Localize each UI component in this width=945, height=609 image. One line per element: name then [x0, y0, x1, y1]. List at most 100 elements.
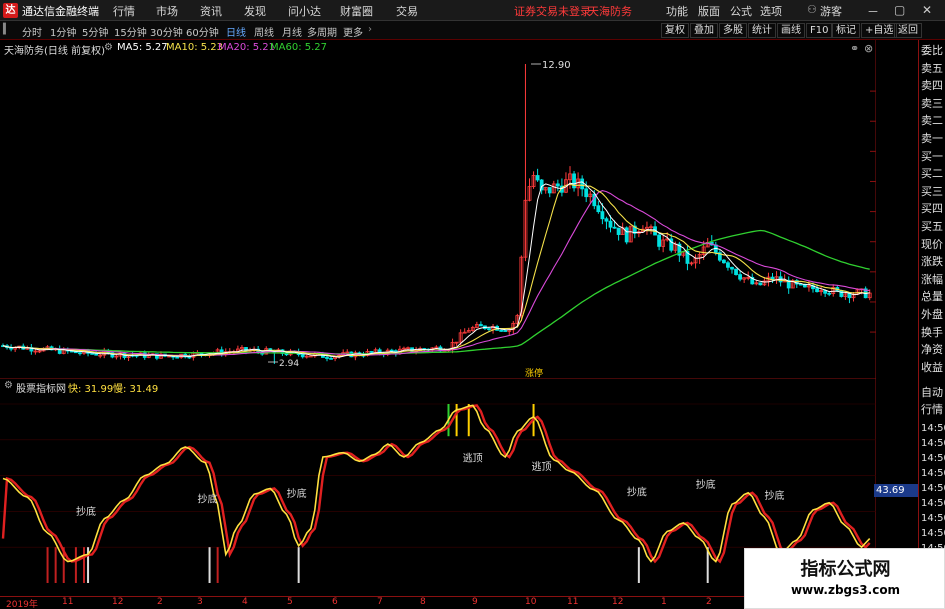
tab-30min[interactable]: 30分钟: [150, 24, 183, 39]
menu-options[interactable]: 选项: [760, 3, 782, 19]
sidebar-item[interactable]: 自动: [921, 386, 943, 401]
date-label: 7: [377, 597, 383, 607]
watermark-url: www.zbgs3.com: [790, 583, 901, 597]
sidebar-item[interactable]: 买一: [921, 150, 943, 165]
indicator-name: 股票指标网: [16, 384, 66, 395]
close-panel-icon[interactable]: ⊗: [864, 42, 873, 55]
sidebar-item[interactable]: 现价: [921, 238, 943, 253]
sidebar-item[interactable]: 卖五: [921, 62, 943, 77]
price-chart[interactable]: 12.90 2.94 涨停: [0, 40, 876, 378]
buy-signal-label: 抄底: [76, 505, 96, 518]
chevron-right-icon[interactable]: ›: [368, 24, 372, 35]
sidebar-item[interactable]: 总量: [921, 290, 943, 305]
tab-more[interactable]: 更多: [343, 24, 363, 39]
tab-multi[interactable]: 多周期: [307, 24, 337, 39]
draw-button[interactable]: 画线: [777, 23, 805, 38]
sidebar-item[interactable]: 买四: [921, 202, 943, 217]
minimize-button[interactable]: －: [867, 3, 879, 20]
date-label: 12: [112, 597, 124, 607]
tab-60min[interactable]: 60分钟: [186, 24, 219, 39]
period-toolbar: ▍ 分时 1分钟 5分钟 15分钟 30分钟 60分钟 日线 周线 月线 多周期…: [0, 21, 945, 40]
tab-intraday[interactable]: 分时: [22, 24, 42, 39]
candle-body: [730, 266, 734, 270]
tab-1min[interactable]: 1分钟: [50, 24, 76, 39]
ma60-label: MA60: 5.27: [270, 42, 328, 53]
tab-5min[interactable]: 5分钟: [82, 24, 108, 39]
date-label: 1: [661, 597, 667, 607]
trade-time: 14:50: [921, 513, 945, 524]
menu-ask[interactable]: 问小达: [288, 3, 321, 19]
sidebar-item[interactable]: 外盘: [921, 308, 943, 323]
menu-wealth[interactable]: 财富圈: [340, 3, 373, 19]
sidebar-item[interactable]: 净资: [921, 343, 943, 358]
guest-label[interactable]: 游客: [820, 3, 842, 19]
toggle-icon[interactable]: ▍: [3, 24, 11, 35]
tab-monthly[interactable]: 月线: [282, 24, 302, 39]
menu-layout[interactable]: 版面: [698, 3, 720, 19]
escape-signal-label: 逃顶: [532, 460, 552, 473]
sidebar-item[interactable]: 委比: [921, 44, 943, 59]
sidebar-item[interactable]: 涨幅: [921, 273, 943, 288]
user-icon[interactable]: ⚇: [807, 3, 817, 16]
gear-icon[interactable]: ⚙: [4, 380, 13, 391]
candle-body: [758, 282, 763, 286]
buy-signal-label: 抄底: [198, 492, 218, 505]
sidebar-item[interactable]: 卖二: [921, 114, 943, 129]
tab-15min[interactable]: 15分钟: [114, 24, 147, 39]
menu-discover[interactable]: 发现: [244, 3, 266, 19]
mark-button[interactable]: 标记: [832, 23, 860, 38]
trade-time: 14:50: [921, 438, 945, 449]
menu-market[interactable]: 行情: [113, 3, 135, 19]
sidebar-item[interactable]: 买三: [921, 185, 943, 200]
sidebar-item[interactable]: 卖三: [921, 97, 943, 112]
back-button[interactable]: 返回: [894, 23, 922, 38]
sidebar-item[interactable]: 卖四: [921, 79, 943, 94]
add-favorite-button[interactable]: +自选: [861, 23, 898, 38]
sidebar-item[interactable]: 卖一: [921, 132, 943, 147]
date-label: 5: [287, 597, 293, 607]
share-icon[interactable]: ⚭: [850, 42, 859, 55]
stock-name: 天海防务: [588, 5, 632, 18]
maximize-button[interactable]: ▢: [894, 3, 905, 17]
sidebar-item[interactable]: 买五: [921, 220, 943, 235]
sidebar-item[interactable]: 收益: [921, 361, 943, 376]
candle-body: [389, 349, 394, 352]
candle-body: [325, 357, 329, 359]
candle-body: [608, 220, 613, 228]
close-button[interactable]: ✕: [922, 3, 932, 17]
watermark-logo: 指标公式网 www.zbgs3.com: [744, 548, 945, 609]
sidebar-item[interactable]: 买二: [921, 167, 943, 182]
tab-daily[interactable]: 日线: [226, 24, 246, 39]
candle-body: [839, 289, 844, 297]
menu-trade[interactable]: 交易: [396, 3, 418, 19]
stats-button[interactable]: 统计: [748, 23, 776, 38]
settings-icon[interactable]: ⚙: [104, 42, 113, 53]
tab-weekly[interactable]: 周线: [254, 24, 274, 39]
fast-value: 快: 31.99: [68, 384, 114, 395]
menu-formula[interactable]: 公式: [730, 3, 752, 19]
trade-time: 14:50: [921, 468, 945, 479]
watermark-title: 指标公式网: [800, 559, 891, 580]
date-label: 8: [420, 597, 426, 607]
candle-body: [596, 205, 601, 213]
adjust-button[interactable]: 复权: [661, 23, 689, 38]
overlay-button[interactable]: 叠加: [690, 23, 718, 38]
date-label: 2: [157, 597, 163, 607]
date-label: 12: [612, 597, 624, 607]
date-label: 9: [472, 597, 478, 607]
f10-button[interactable]: F10: [806, 23, 833, 38]
menu-bar: 达 通达信金融终端 行情 市场 资讯 发现 问小达 财富圈 交易 证券交易未登录…: [0, 0, 945, 21]
candle-body: [503, 330, 508, 332]
menu-news[interactable]: 资讯: [200, 3, 222, 19]
candle-body: [624, 227, 629, 243]
multi-stock-button[interactable]: 多股: [719, 23, 747, 38]
sidebar-item[interactable]: 涨跌: [921, 255, 943, 270]
menu-function[interactable]: 功能: [666, 3, 688, 19]
sidebar-item[interactable]: 行情: [921, 403, 943, 418]
date-label: 4: [242, 597, 248, 607]
buy-signal-label: 抄底: [765, 489, 785, 502]
login-alert[interactable]: 证券交易未登录: [514, 3, 591, 19]
app-logo-icon: 达: [3, 3, 18, 18]
menu-sector[interactable]: 市场: [156, 3, 178, 19]
sidebar-item[interactable]: 换手: [921, 326, 943, 341]
